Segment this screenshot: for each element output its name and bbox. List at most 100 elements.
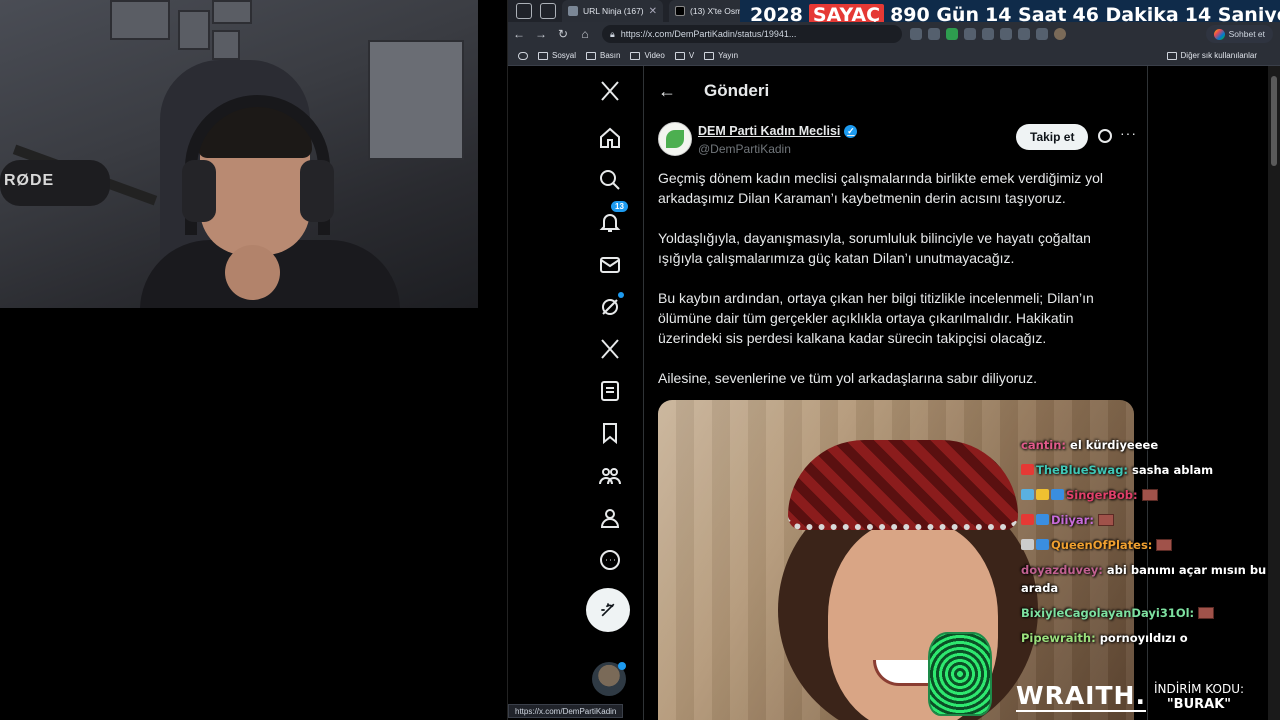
- chat-message: TheBlueSwag: sasha ablam: [1021, 461, 1271, 479]
- messages-icon[interactable]: [597, 252, 623, 278]
- feather-icon: [601, 603, 615, 617]
- author-avatar[interactable]: [658, 122, 692, 156]
- badge-icon: [1036, 489, 1049, 500]
- post-paragraph: Yoldaşlığıyla, dayanışmasıyla, sorumlulu…: [658, 230, 1091, 266]
- author-handle[interactable]: @DemPartiKadin: [698, 142, 791, 156]
- discount-label: İNDİRİM KODU:: [1153, 682, 1245, 696]
- sponsor-banner: WRAITH. İNDİRİM KODU: "BURAK": [1016, 676, 1278, 718]
- badge-icon: [1036, 514, 1049, 525]
- bookmarks-icon[interactable]: [597, 420, 623, 446]
- chat-overlay: cantin: el kürdiyeeee TheBlueSwag: sasha…: [1021, 436, 1271, 654]
- page-title: Gönderi: [704, 81, 770, 100]
- chat-user: cantin:: [1021, 438, 1066, 452]
- webcam-feed: RØDE: [0, 0, 478, 308]
- bookmark-label: Yayın: [718, 51, 739, 60]
- follow-button[interactable]: Takip et: [1016, 124, 1089, 150]
- bookmark-video[interactable]: Video: [630, 51, 665, 60]
- grok-explain-icon[interactable]: [1098, 129, 1112, 143]
- extension-icon[interactable]: [1018, 28, 1030, 40]
- chat-message: doyazduvey: abi banımı açar mısın bu ara…: [1021, 561, 1271, 597]
- premium-x-icon[interactable]: [597, 336, 623, 362]
- folder-icon: [704, 51, 715, 60]
- chat-user: SingerBob:: [1066, 488, 1138, 502]
- refresh-icon[interactable]: ↻: [552, 27, 574, 41]
- chat-message: Diiyar:: [1021, 511, 1271, 529]
- back-arrow-icon[interactable]: ←: [658, 81, 676, 102]
- copilot-icon: [1213, 28, 1225, 40]
- chat-user: QueenOfPlates:: [1051, 538, 1153, 552]
- compose-post-button[interactable]: [586, 588, 630, 632]
- extension-icon[interactable]: [1000, 28, 1012, 40]
- extension-icon[interactable]: [928, 28, 940, 40]
- profile-avatar[interactable]: [1054, 28, 1066, 40]
- discount-box: İNDİRİM KODU: "BURAK": [1154, 682, 1244, 712]
- extension-icon[interactable]: [982, 28, 994, 40]
- badge-icon: [1021, 464, 1034, 475]
- mic-brand-label: RØDE: [4, 172, 55, 189]
- badge-icon: [1051, 489, 1064, 500]
- address-bar: ← → ↻ ⌂ 🔒︎ https://x.com/DemPartiKadin/s…: [508, 22, 1280, 46]
- wall-photo: [178, 10, 210, 50]
- emote-icon: [1156, 539, 1173, 551]
- party-logo-icon: [666, 130, 684, 148]
- badge-icon: [1021, 539, 1034, 550]
- extension-icon[interactable]: [964, 28, 976, 40]
- bookmark-basin[interactable]: Basın: [586, 51, 620, 60]
- communities-icon[interactable]: [597, 463, 623, 489]
- headphone-right: [300, 160, 334, 222]
- more-options-icon[interactable]: ···: [1120, 125, 1137, 141]
- bookmark-label: Basın: [600, 51, 621, 60]
- author-name: DEM Parti Kadın Meclisi: [698, 124, 841, 138]
- copilot-button[interactable]: Sohbet et: [1205, 25, 1273, 43]
- workspaces-icon[interactable]: [516, 3, 532, 19]
- reading-list-icon[interactable]: [518, 51, 528, 60]
- x-logo-icon[interactable]: [597, 78, 623, 104]
- back-icon[interactable]: ←: [508, 27, 530, 41]
- home-icon[interactable]: [597, 125, 623, 151]
- wall-panel: [368, 40, 464, 160]
- close-tab-icon[interactable]: ✕: [649, 6, 657, 17]
- chat-user: TheBlueSwag:: [1036, 463, 1129, 477]
- folder-icon: [1166, 51, 1177, 60]
- post-paragraph: Ailesine, sevenlerine ve tüm yol arkadaş…: [658, 370, 1037, 386]
- tab-label: URL Ninja (167): [583, 6, 644, 16]
- account-avatar[interactable]: [592, 662, 626, 696]
- forward-icon[interactable]: →: [530, 27, 552, 41]
- home-icon[interactable]: ⌂: [574, 27, 596, 41]
- grok-icon[interactable]: [597, 292, 624, 320]
- bookmark-sosyal[interactable]: Sosyal: [538, 51, 576, 60]
- verified-badge-icon: ✓: [844, 124, 858, 138]
- author-row: DEM Parti Kadın Meclisi ✓ @DemPartiKadin…: [658, 122, 1137, 162]
- scroll-thumb[interactable]: [1271, 76, 1277, 166]
- green-logo-icon: [928, 632, 992, 716]
- tab-actions-icon[interactable]: [540, 3, 556, 19]
- notifications-icon[interactable]: 13: [597, 201, 628, 235]
- emote-icon: [1097, 514, 1114, 526]
- extensions-row: [910, 28, 1066, 40]
- profile-icon[interactable]: [597, 505, 623, 531]
- other-favorites[interactable]: Diğer sık kullanılanlar: [1166, 51, 1257, 60]
- chat-message: BixiyleCagolayanDayi31Ol:: [1021, 604, 1271, 622]
- unread-dot: [618, 662, 626, 670]
- tab-url-ninja[interactable]: URL Ninja (167) ✕: [562, 0, 664, 22]
- bookmarks-bar: Sosyal Basın Video V Yayın Diğer sık kul…: [508, 46, 1280, 66]
- author-name-link[interactable]: DEM Parti Kadın Meclisi ✓: [698, 124, 858, 138]
- favorites-icon[interactable]: [1036, 28, 1048, 40]
- chat-text: sasha ablam: [1132, 463, 1214, 477]
- bookmark-yayin[interactable]: Yayın: [704, 51, 738, 60]
- extension-icon[interactable]: [946, 28, 958, 40]
- chat-text: pornoyıldızı o: [1099, 631, 1188, 645]
- chat-user: BixiyleCagolayanDayi31Ol:: [1021, 606, 1195, 620]
- more-icon[interactable]: [597, 547, 623, 573]
- url-input[interactable]: 🔒︎ https://x.com/DemPartiKadin/status/19…: [602, 25, 902, 43]
- badge-icon: [1021, 514, 1034, 525]
- folder-icon: [586, 51, 597, 60]
- lists-icon[interactable]: [597, 378, 623, 404]
- reading-list-glyph: [518, 51, 528, 60]
- search-icon[interactable]: [597, 167, 623, 193]
- discount-code: "BURAK": [1166, 697, 1232, 712]
- emote-icon: [1141, 489, 1158, 501]
- badge-icon: [1036, 539, 1049, 550]
- extension-icon[interactable]: [910, 28, 922, 40]
- bookmark-v[interactable]: V: [674, 51, 694, 60]
